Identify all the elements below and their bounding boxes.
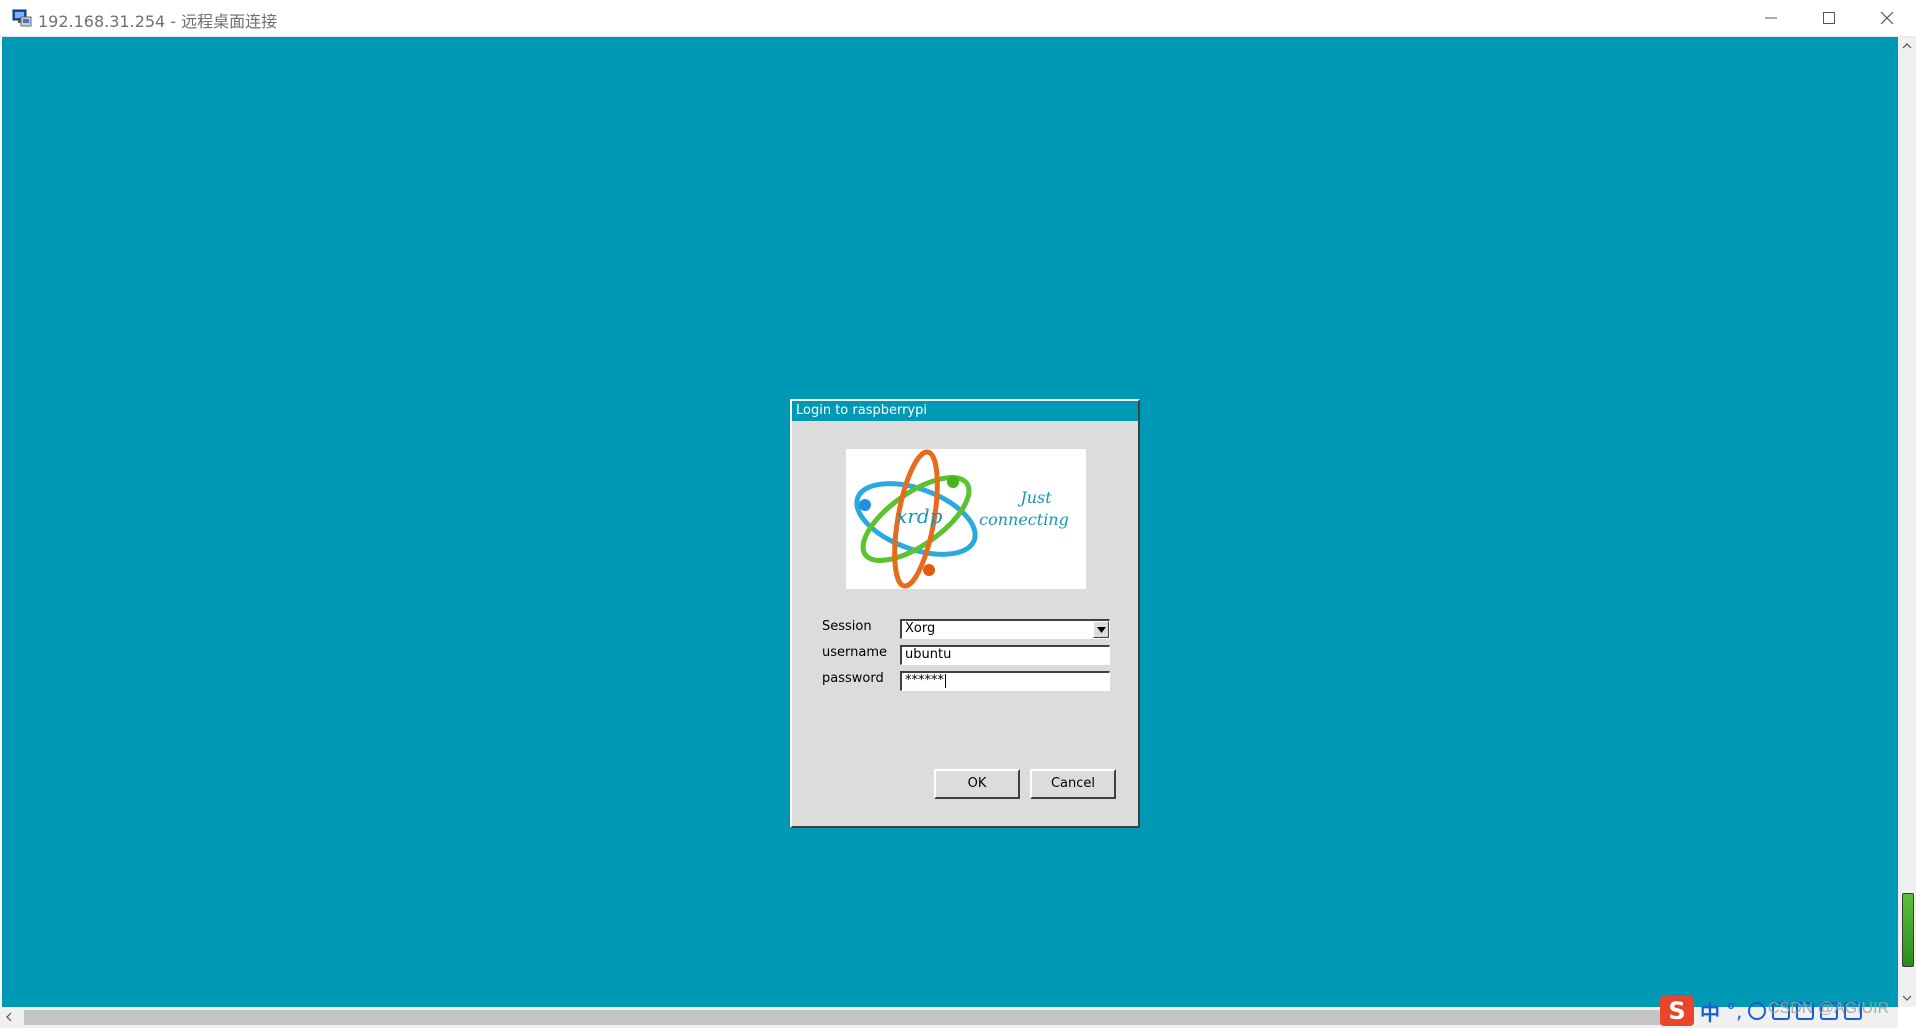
dropdown-button[interactable]	[1093, 621, 1109, 638]
scroll-left-icon[interactable]	[6, 1012, 12, 1022]
dialog-title: Login to raspberrypi	[792, 401, 1138, 421]
password-value: ******	[905, 673, 944, 688]
close-button[interactable]	[1858, 0, 1916, 36]
remote-desktop-area[interactable]: Login to raspberrypi xrdp Just connectin…	[2, 37, 1898, 1007]
session-label: Session	[822, 619, 872, 634]
maximize-icon	[1823, 12, 1835, 24]
cancel-button[interactable]: Cancel	[1030, 769, 1116, 799]
xrdp-logo: xrdp Just connecting	[846, 449, 1086, 589]
ime-punctuation-toggle[interactable]: °,	[1726, 999, 1742, 1023]
username-value: ubuntu	[905, 647, 952, 662]
scroll-indicator	[1902, 893, 1914, 967]
window-title: 192.168.31.254 - 远程桌面连接	[38, 12, 278, 31]
minimize-icon	[1765, 17, 1777, 19]
username-input[interactable]: ubuntu	[900, 645, 1110, 665]
ime-mode-toggle[interactable]: 中	[1700, 997, 1720, 1026]
logo-brand-text: xrdp	[896, 504, 943, 528]
window-title-bar: 192.168.31.254 - 远程桌面连接	[0, 0, 1916, 37]
vertical-scrollbar[interactable]	[1898, 37, 1916, 1007]
close-icon	[1880, 11, 1894, 25]
horizontal-scrollbar[interactable]	[0, 1007, 1898, 1028]
emoji-icon[interactable]	[1748, 1002, 1767, 1020]
remote-desktop-icon	[12, 8, 32, 28]
scroll-up-icon[interactable]	[1902, 43, 1912, 49]
watermark-text: CSDN @AGIUIR	[1768, 1000, 1890, 1017]
maximize-button[interactable]	[1800, 0, 1858, 36]
username-label: username	[822, 645, 887, 660]
logo-tagline-1: Just	[1017, 488, 1052, 507]
login-dialog: Login to raspberrypi xrdp Just connectin…	[790, 399, 1140, 828]
ok-button[interactable]: OK	[934, 769, 1020, 799]
horizontal-scroll-thumb[interactable]	[24, 1010, 1664, 1025]
session-select[interactable]: Xorg	[900, 619, 1110, 639]
minimize-button[interactable]	[1742, 0, 1800, 36]
logo-tagline-2: connecting	[979, 510, 1069, 529]
password-label: password	[822, 671, 884, 686]
scroll-down-icon[interactable]	[1902, 995, 1912, 1001]
sogou-ime-icon[interactable]: S	[1660, 996, 1694, 1026]
password-input[interactable]: ******	[900, 671, 1110, 691]
chevron-down-icon	[1096, 626, 1106, 633]
session-value: Xorg	[905, 621, 936, 636]
text-cursor	[945, 673, 946, 688]
